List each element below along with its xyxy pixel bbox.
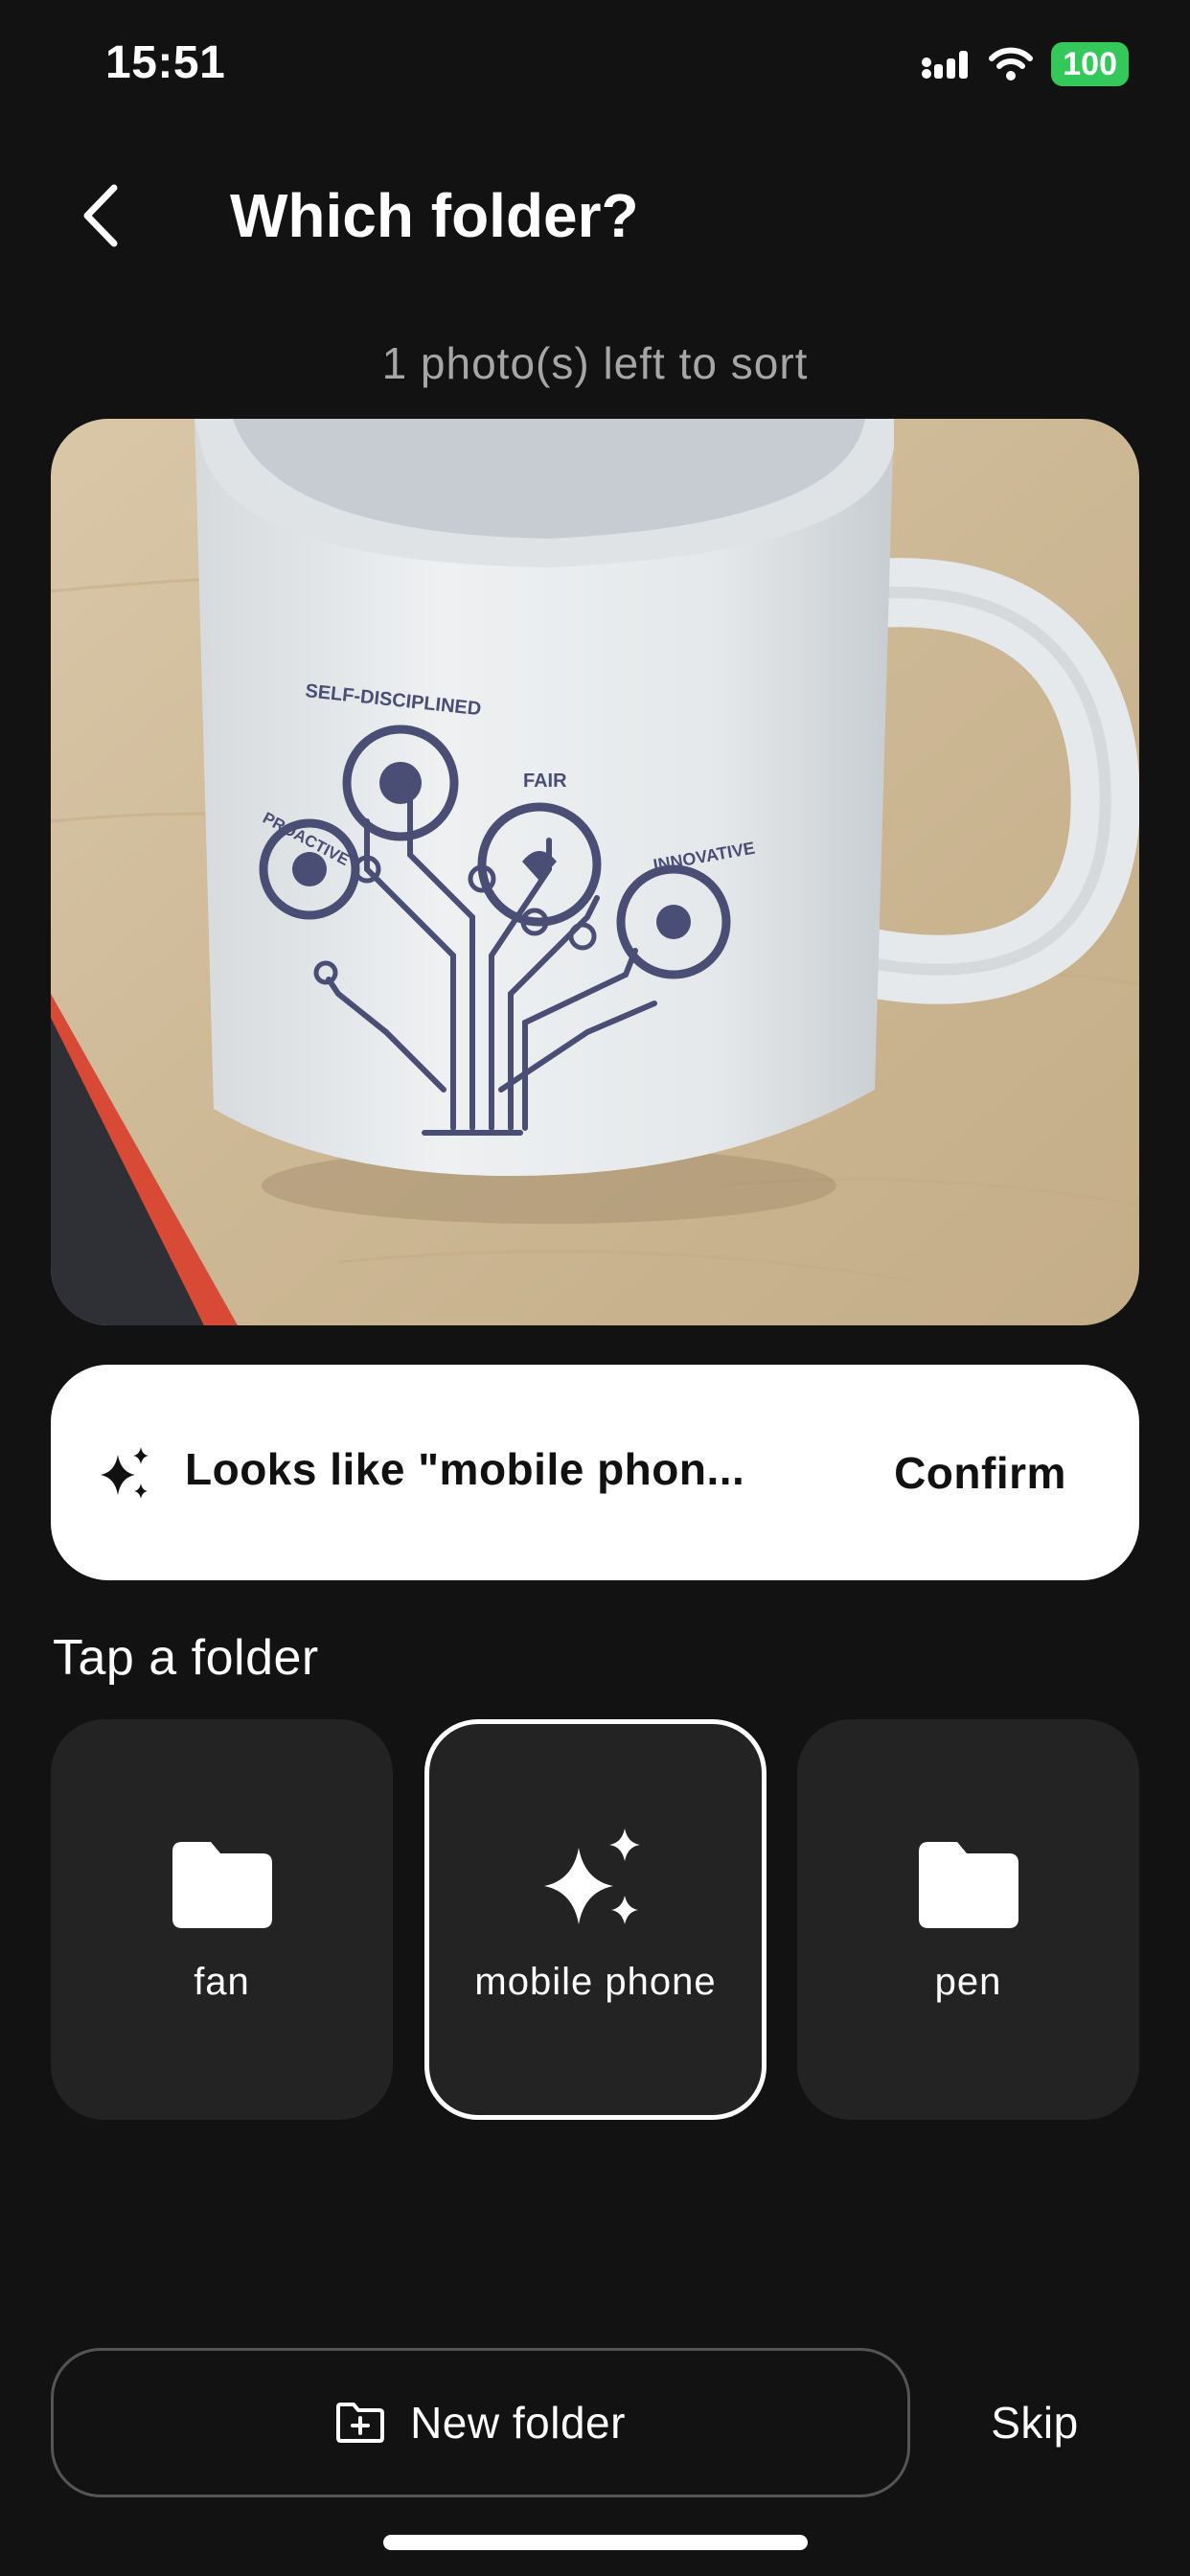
new-folder-button[interactable]: New folder	[51, 2348, 910, 2497]
cellular-signal-icon	[922, 51, 969, 79]
suggestion-text: Looks like "mobile phon...	[185, 1444, 745, 1494]
mug-text-fair: FAIR	[523, 770, 567, 792]
status-bar: 15:51 100	[0, 0, 1190, 134]
folder-label: mobile phone	[474, 1961, 717, 2003]
home-indicator[interactable]	[383, 2535, 808, 2550]
folder-icon	[172, 1842, 272, 1928]
skip-button[interactable]: Skip	[949, 2358, 1121, 2488]
folder-tile-pen[interactable]: pen	[797, 1719, 1139, 2120]
new-folder-label: New folder	[410, 2398, 626, 2448]
status-icons: 100	[921, 42, 1129, 86]
back-button[interactable]	[57, 172, 144, 259]
tap-a-folder-label: Tap a folder	[53, 1630, 319, 1686]
folder-label: pen	[934, 1961, 1002, 2003]
page-title: Which folder?	[230, 181, 639, 250]
photo-preview: SELF-DISCIPLINED PROACTIVE FAIR INNOVATI…	[51, 419, 1139, 1325]
status-time: 15:51	[105, 37, 226, 88]
folder-plus-icon	[336, 2403, 385, 2443]
suggestion-card: Looks like "mobile phon... Confirm	[51, 1365, 1139, 1580]
sparkles-icon	[101, 1447, 149, 1499]
sparkles-icon	[543, 1828, 640, 1924]
folder-label: fan	[194, 1961, 250, 2003]
chevron-left-icon	[83, 184, 118, 247]
confirm-button[interactable]: Confirm	[856, 1420, 1105, 1526]
photos-left-text: 1 photo(s) left to sort	[381, 338, 809, 388]
battery-icon: 100	[1051, 42, 1129, 86]
folder-tile-mobile-phone[interactable]: mobile phone	[424, 1719, 767, 2120]
folder-tile-fan[interactable]: fan	[51, 1719, 393, 2120]
folder-icon	[918, 1842, 1018, 1928]
wifi-icon	[989, 47, 1034, 80]
